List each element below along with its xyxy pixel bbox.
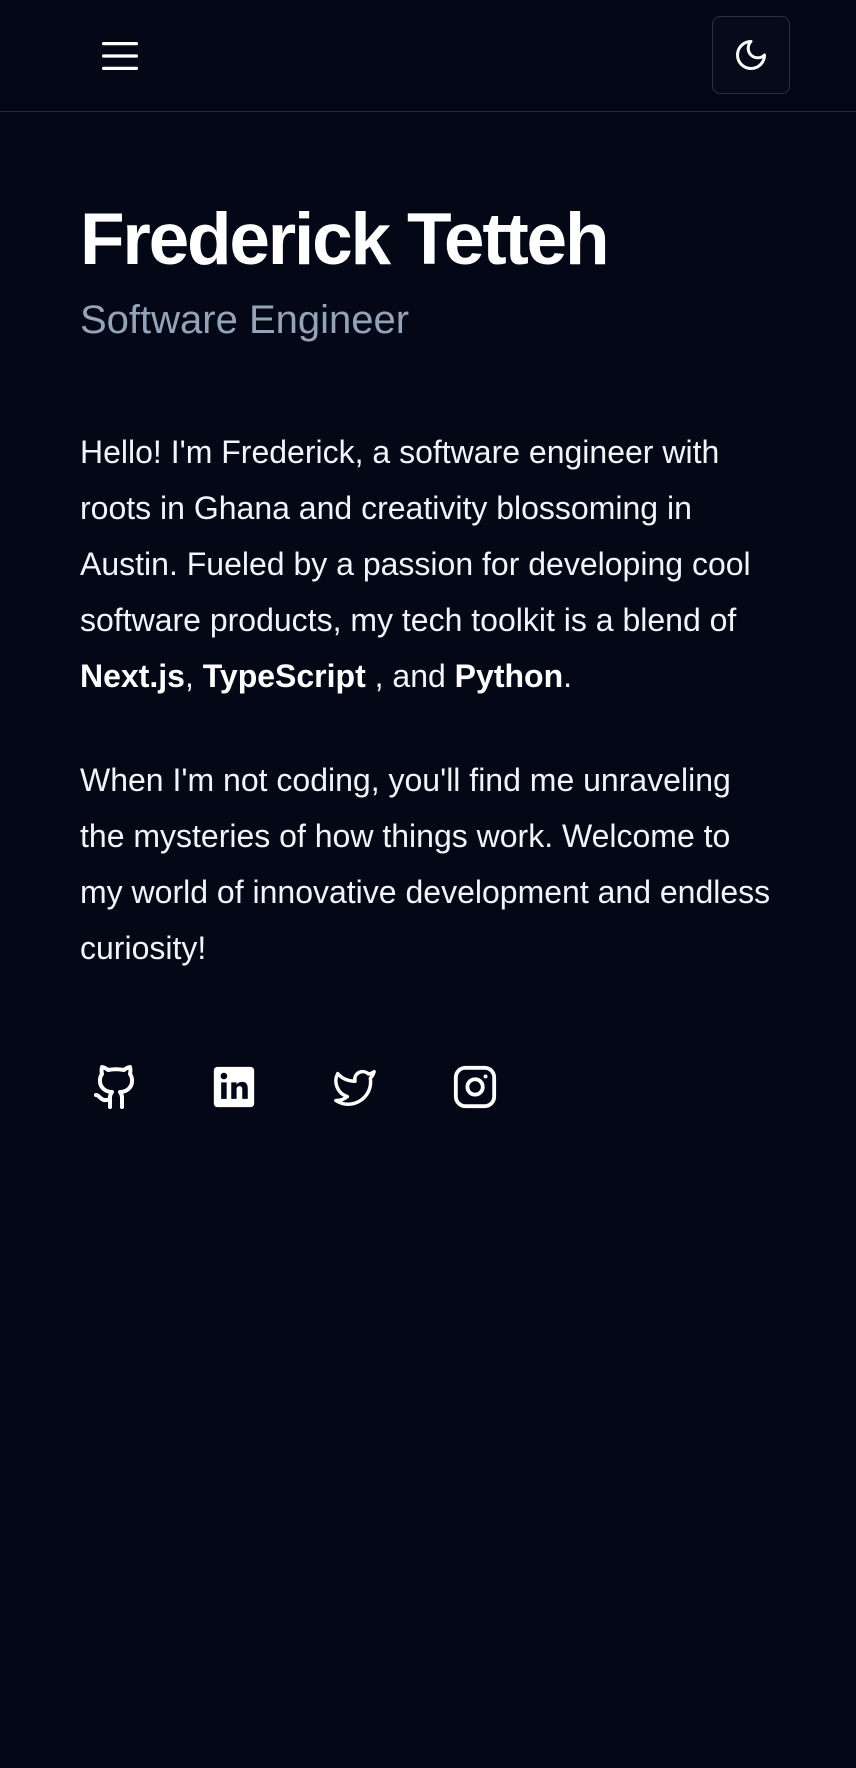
page-title: Frederick Tetteh: [80, 199, 610, 280]
moon-icon: [733, 37, 769, 73]
theme-toggle-button[interactable]: [712, 16, 790, 94]
main-content: Frederick Tetteh Software Engineer Hello…: [0, 112, 856, 1116]
bio-separator: , and: [365, 658, 455, 694]
twitter-icon: [332, 1064, 378, 1110]
hamburger-menu-icon: [101, 41, 139, 71]
skill-nextjs: Next.js: [80, 658, 185, 694]
github-icon: [92, 1063, 140, 1111]
linkedin-icon: [212, 1065, 256, 1109]
linkedin-link[interactable]: [200, 1058, 320, 1116]
skill-typescript: TypeScript: [202, 658, 366, 694]
skill-python: Python: [454, 658, 564, 694]
instagram-icon: [452, 1064, 498, 1110]
bio-paragraph-1: Hello! I'm Frederick, a software enginee…: [80, 424, 780, 704]
instagram-link[interactable]: [440, 1058, 560, 1116]
github-link[interactable]: [80, 1058, 200, 1116]
bio-paragraph-2: When I'm not coding, you'll find me unra…: [80, 762, 771, 966]
bio-separator: ,: [184, 658, 203, 694]
top-navbar: [0, 0, 856, 112]
social-links: [80, 1058, 776, 1116]
bio-text-start: Hello! I'm Frederick, a software enginee…: [80, 434, 751, 638]
bio-text-end: .: [563, 658, 572, 694]
job-title: Software Engineer: [80, 298, 410, 342]
twitter-link[interactable]: [320, 1058, 440, 1116]
menu-button[interactable]: [92, 32, 148, 80]
